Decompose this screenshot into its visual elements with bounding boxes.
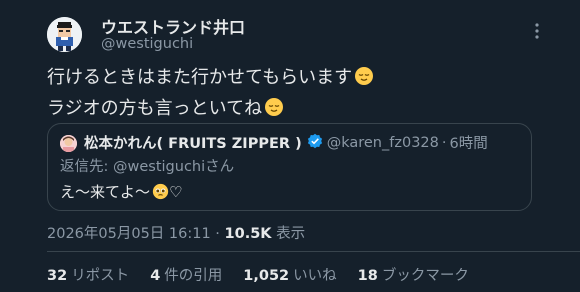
likes-label: いいね — [293, 268, 337, 284]
quoted-separator: · — [441, 134, 447, 151]
quoted-tweet-text: え〜来てよ〜 ♡ — [60, 181, 182, 204]
reply-mention: @westiguchi — [113, 159, 206, 175]
relieved-face-icon — [354, 66, 374, 95]
reply-prefix: 返信先: — [60, 159, 113, 175]
tweet-line-2: ラジオの方も言っといてね — [47, 95, 374, 126]
quoted-author-name: 松本かれん( FRUITS ZIPPER ) — [84, 136, 302, 152]
bookmarks-count: 18 — [357, 268, 378, 284]
tweet-text: 行けるときはまた行かせてもらいます ラジオの方も言っといてね — [47, 64, 374, 126]
quotes-label: 件の引用 — [164, 268, 223, 284]
pleading-face-icon — [152, 183, 169, 204]
stat-reposts[interactable]: 32 リポスト — [47, 264, 129, 285]
verified-badge-icon — [307, 133, 323, 153]
tweet-timestamp[interactable]: 2026年05月05日 16:11 — [47, 226, 211, 242]
likes-count: 1,052 — [243, 268, 290, 284]
bookmarks-label: ブックマーク — [381, 268, 469, 284]
view-count: 10.5K — [224, 226, 272, 242]
quoted-time: 6時間 — [449, 136, 488, 152]
reposts-count: 32 — [47, 268, 68, 284]
reposts-label: リポスト — [71, 268, 130, 284]
quotes-count: 4 — [150, 268, 161, 284]
quoted-heart: ♡ — [169, 183, 183, 201]
quoted-tweet-header: 松本かれん( FRUITS ZIPPER ) @karen_fz0328 · 6… — [84, 132, 488, 153]
author-avatar[interactable] — [47, 17, 82, 52]
tweet-meta: 2026年05月05日 16:11 · 10.5K 表示 — [47, 222, 305, 243]
more-options-icon[interactable] — [528, 22, 546, 40]
view-label: 表示 — [271, 226, 306, 242]
quoted-tweet-card[interactable]: 松本かれん( FRUITS ZIPPER ) @karen_fz0328 · 6… — [47, 123, 532, 211]
meta-separator: · — [210, 226, 225, 242]
tweet-line-2-text: ラジオの方も言っといてね — [47, 98, 263, 119]
reply-suffix: さん — [205, 159, 235, 175]
tweet-line-1-text: 行けるときはまた行かせてもらいます — [47, 67, 353, 88]
quoted-author-handle: @karen_fz0328 — [326, 134, 439, 151]
avatar-pixel-art — [47, 17, 82, 52]
stat-likes[interactable]: 1,052 いいね — [243, 264, 336, 285]
author-handle[interactable]: @westiguchi — [101, 36, 193, 52]
quoted-author-avatar — [60, 135, 77, 152]
tweet-line-1: 行けるときはまた行かせてもらいます — [47, 64, 374, 95]
relieved-face-icon — [264, 97, 284, 126]
divider — [47, 251, 580, 252]
quoted-text-body: え〜来てよ〜 — [60, 183, 151, 201]
quoted-reply-context: 返信先: @westiguchiさん — [60, 155, 234, 176]
stat-quotes[interactable]: 4 件の引用 — [150, 264, 222, 285]
engagement-stats: 32 リポスト 4 件の引用 1,052 いいね 18 ブックマーク — [47, 264, 490, 285]
stat-bookmarks[interactable]: 18 ブックマーク — [358, 264, 469, 285]
author-display-name[interactable]: ウエストランド井口 — [101, 14, 245, 38]
